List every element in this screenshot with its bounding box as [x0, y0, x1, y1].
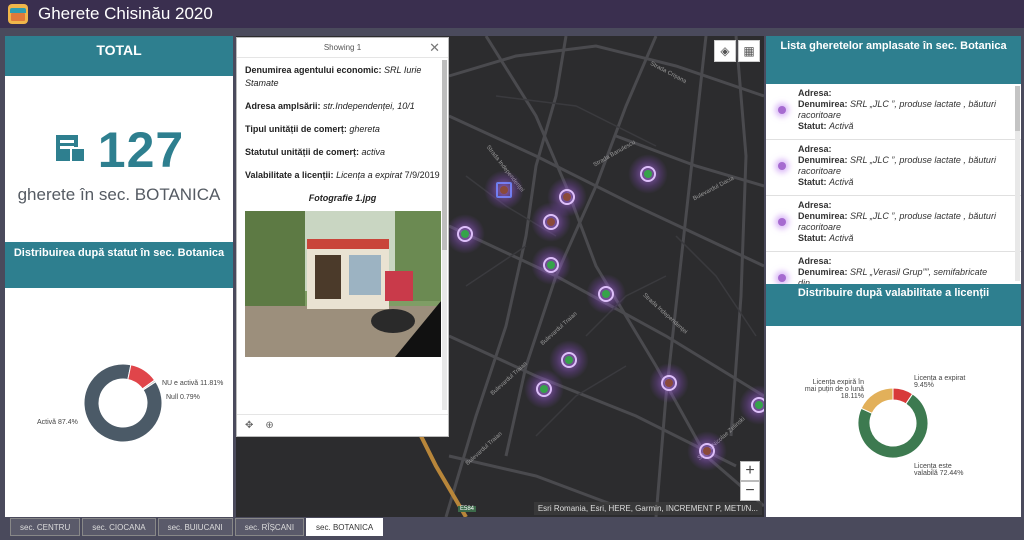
kiosk-map-pin[interactable]: [547, 177, 587, 217]
map-attribution: Esri Romania, Esri, HERE, Garmin, INCREM…: [533, 502, 762, 515]
layers-icon[interactable]: ◈: [714, 40, 736, 62]
list-header: Lista gheretelor amplasate în sec. Botan…: [766, 36, 1021, 84]
total-count: 127: [97, 122, 185, 178]
popup-body: Denumirea agentului economic: SRL Iurie …: [237, 58, 448, 363]
tab-riscani[interactable]: sec. RÎȘCANI: [234, 518, 305, 536]
selected-kiosk-map-pin[interactable]: [484, 170, 524, 210]
popup-scrollbar[interactable]: [442, 60, 447, 410]
status-label-null: Null 0.79%: [166, 394, 200, 401]
zoom-to-icon[interactable]: ⊕: [265, 420, 273, 431]
district-tabs: sec. CENTRU sec. CIOCANA sec. BUIUCANI s…: [10, 518, 384, 536]
road-sign: E584: [458, 506, 477, 512]
tab-ciocana[interactable]: sec. CIOCANA: [82, 518, 156, 536]
popup-header: Showing 1 ✕: [237, 38, 448, 58]
kiosk-list-panel: Lista gheretelor amplasate în sec. Botan…: [766, 36, 1021, 284]
license-label-expired: Licența a expirat 9.45%: [914, 375, 966, 389]
kiosk-map-pin[interactable]: [531, 245, 571, 285]
status-panel: Distribuirea după statut în sec. Botanic…: [5, 242, 233, 517]
list-item[interactable]: Adresa: Denumirea: SRL „Verasil Grup””, …: [766, 252, 1021, 284]
license-label-valid: Licența este valabilă 72.44%: [914, 463, 964, 477]
popup-field-status: Statutul unității de comerț: activa: [245, 147, 386, 157]
donut-slice-expiring[interactable]: [860, 387, 894, 415]
kpi-row: 127: [5, 121, 233, 179]
kiosk-map-pin[interactable]: [586, 274, 626, 314]
popup-field-address: Adresa amplsării: str.Independenței, 10/…: [245, 101, 415, 111]
close-icon[interactable]: ✕: [429, 38, 440, 58]
popup-footer: ✥ ⊕: [237, 414, 448, 436]
total-panel: TOTAL 127 gherete în sec. BOTANICA: [5, 36, 233, 242]
status-chart: NU e activă 11.81% Null 0.79% Activă 87.…: [5, 288, 233, 517]
kiosk-map-pin[interactable]: [524, 369, 564, 409]
zoom-out-button[interactable]: −: [740, 481, 760, 501]
kiosk-photo[interactable]: [245, 211, 441, 357]
tab-botanica[interactable]: sec. BOTANICA: [306, 518, 384, 536]
license-panel: Distribuire după valabilitate a licenții…: [766, 284, 1021, 517]
kiosk-map-pin[interactable]: [628, 154, 668, 194]
status-label-active: Activă 87.4%: [37, 419, 78, 426]
popup-field-license: Valabilitate a licenții: Licența a expir…: [245, 170, 440, 180]
total-caption: gherete în sec. BOTANICA: [17, 185, 221, 204]
kiosk-map-pin[interactable]: [445, 214, 485, 254]
list-item-marker-icon: [778, 162, 786, 170]
status-label-inactive: NU e activă 11.81%: [162, 380, 224, 387]
license-donut-chart: [857, 387, 929, 459]
list-item-marker-icon: [778, 274, 786, 282]
app-logo-icon: [8, 4, 28, 24]
license-chart: Licența a expirat 9.45% Licența expiră î…: [766, 326, 1021, 517]
license-label-expiring: Licența expiră în mai puțin de o lună 18…: [804, 379, 864, 400]
list-item-marker-icon: [778, 106, 786, 114]
qr-code-icon[interactable]: ▦: [738, 40, 760, 62]
tab-centru[interactable]: sec. CENTRU: [10, 518, 81, 536]
kiosk-map-pin[interactable]: [549, 340, 589, 380]
kiosk-map-pin[interactable]: [531, 202, 571, 242]
popup-field-operator: Denumirea agentului economic: SRL Iurie …: [245, 65, 422, 88]
list-scrollbar[interactable]: [1015, 86, 1020, 281]
status-donut-chart: [83, 363, 163, 443]
list-item[interactable]: Adresa: Denumirea: SRL „JLC ”, produse l…: [766, 84, 1021, 140]
store-icon: [54, 133, 88, 167]
popup-title: Showing 1: [323, 43, 362, 52]
feature-popup: Showing 1 ✕ Denumirea agentului economic…: [236, 37, 449, 437]
zoom-in-button[interactable]: +: [740, 461, 760, 481]
tab-buiucani[interactable]: sec. BUIUCANI: [157, 518, 233, 536]
kiosk-map-pin[interactable]: [687, 431, 727, 471]
list-item[interactable]: Adresa: Denumirea: SRL „JLC ”, produse l…: [766, 140, 1021, 196]
license-header: Distribuire după valabilitate a licenții: [766, 284, 1021, 326]
top-bar: Gherete Chisinău 2020: [0, 0, 1024, 28]
photo-title: Fotografie 1.jpg: [308, 193, 377, 203]
list-item[interactable]: Adresa: Denumirea: SRL „JLC ”, produse l…: [766, 196, 1021, 252]
popup-field-type: Tipul unității de comerț: ghereta: [245, 124, 380, 134]
app-title: Gherete Chisinău 2020: [38, 4, 213, 23]
status-header: Distribuirea după statut în sec. Botanic…: [5, 242, 233, 288]
kiosk-map-pin[interactable]: [739, 385, 764, 425]
pan-icon[interactable]: ✥: [245, 420, 253, 431]
list-item-marker-icon: [778, 218, 786, 226]
total-header: TOTAL: [5, 36, 233, 76]
kiosk-map-pin[interactable]: [649, 363, 689, 403]
